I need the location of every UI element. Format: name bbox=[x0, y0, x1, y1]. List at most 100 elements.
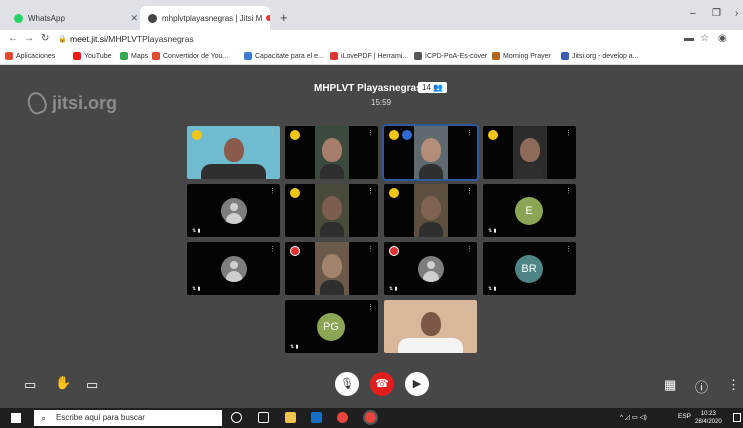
connection-signal-icon: ⇅ ▮ bbox=[290, 344, 299, 350]
bookmark-item[interactable]: YouTube bbox=[73, 52, 112, 60]
course-icon bbox=[244, 52, 252, 60]
microphone-button[interactable]: 🎙 bbox=[335, 372, 359, 396]
close-window-icon[interactable]: › bbox=[735, 8, 738, 19]
camera-icon[interactable]: ▬ bbox=[684, 33, 694, 44]
participant-tile[interactable]: PG ⇅ ▮ ⋮ bbox=[285, 300, 378, 353]
camera-button[interactable]: ▶ bbox=[405, 372, 429, 396]
participant-tile[interactable]: ⋮ bbox=[187, 126, 280, 179]
minimize-icon[interactable]: – bbox=[690, 8, 696, 19]
close-icon[interactable]: ✕ bbox=[130, 13, 138, 24]
tile-menu-icon[interactable]: ⋮ bbox=[565, 245, 572, 253]
participant-tile[interactable]: ⋮ bbox=[382, 124, 479, 181]
new-tab-button[interactable]: + bbox=[280, 10, 288, 25]
tile-menu-icon[interactable]: ⋮ bbox=[269, 245, 276, 253]
participants-icon: 👥 bbox=[433, 83, 444, 92]
audio-status-icon bbox=[389, 188, 399, 198]
participant-count-badge[interactable]: 14 👥 bbox=[418, 82, 448, 93]
cortana-icon[interactable] bbox=[231, 412, 242, 423]
notification-icon[interactable] bbox=[733, 413, 741, 422]
converter-icon bbox=[152, 52, 160, 60]
hangup-button[interactable]: ☎ bbox=[370, 372, 394, 396]
participant-tile[interactable]: E ⇅ ▮ ⋮ bbox=[483, 184, 576, 237]
participant-tile[interactable]: ⋮ bbox=[285, 126, 378, 179]
maximize-icon[interactable]: ❐ bbox=[712, 8, 721, 19]
bookmark-item[interactable]: Jitsi.org - develop a... bbox=[561, 52, 639, 60]
tile-menu-icon[interactable]: ⋮ bbox=[466, 129, 473, 137]
tile-menu-icon[interactable]: ⋮ bbox=[565, 129, 572, 137]
bookmark-item[interactable]: Convertidor de You... bbox=[152, 52, 228, 60]
tile-menu-icon[interactable]: ⋮ bbox=[466, 303, 473, 311]
tile-menu-icon[interactable]: ⋮ bbox=[367, 129, 374, 137]
tab-jitsi[interactable]: mhplvtplayasnegras | Jitsi M ✕ bbox=[140, 6, 270, 30]
participant-tile[interactable]: ⇅ ▮ ⋮ bbox=[187, 184, 280, 237]
participant-video bbox=[315, 242, 349, 295]
participant-initials: PG bbox=[317, 313, 345, 341]
tab-label: mhplvtplayasnegras | Jitsi M bbox=[162, 13, 263, 23]
connection-signal-icon: ⇅ ▮ bbox=[192, 228, 201, 234]
default-avatar-icon bbox=[418, 256, 444, 282]
tile-menu-icon[interactable]: ⋮ bbox=[269, 129, 276, 137]
tile-menu-icon[interactable]: ⋮ bbox=[565, 187, 572, 195]
bookmark-label: Morning Prayer bbox=[503, 52, 551, 60]
more-options-icon[interactable]: ⋮ bbox=[727, 377, 740, 393]
apps-icon bbox=[5, 52, 13, 60]
taskbar-search[interactable]: ⌕ Escribe aquí para buscar bbox=[34, 410, 222, 426]
info-icon[interactable]: ⓘ bbox=[695, 377, 708, 396]
chrome-icon[interactable] bbox=[337, 412, 348, 423]
windows-start-icon[interactable] bbox=[11, 413, 21, 423]
bookmark-label: Capacítate para el e... bbox=[255, 52, 324, 60]
bookmark-item[interactable]: Aplicaciones bbox=[5, 52, 55, 60]
tile-menu-icon[interactable]: ⋮ bbox=[367, 187, 374, 195]
file-explorer-icon[interactable] bbox=[285, 412, 296, 423]
bookmark-item[interactable]: Capacítate para el e... bbox=[244, 52, 324, 60]
chat-icon[interactable]: ▭ bbox=[86, 377, 98, 393]
tile-menu-icon[interactable]: ⋮ bbox=[269, 187, 276, 195]
participant-tile[interactable]: ⋮ bbox=[285, 242, 378, 295]
ilovepdf-icon bbox=[330, 52, 338, 60]
participant-tile[interactable]: ⋮ bbox=[285, 184, 378, 237]
bookmark-item[interactable]: Morning Prayer bbox=[492, 52, 551, 60]
taskbar-clock[interactable]: 10:23 28/4/2020 bbox=[695, 410, 722, 426]
forward-icon[interactable]: → bbox=[24, 33, 34, 44]
bookmark-item[interactable]: ICPD-PoA-Es-cover bbox=[414, 52, 487, 60]
participant-body bbox=[419, 164, 443, 179]
youtube-icon bbox=[73, 52, 81, 60]
tray-icons[interactable]: ^ ◿ ▭ ◁) bbox=[620, 413, 647, 421]
participant-tile[interactable]: ⋮ bbox=[483, 126, 576, 179]
jitsi-logo-icon bbox=[24, 89, 50, 117]
bookmark-label: Jitsi.org - develop a... bbox=[572, 52, 639, 60]
tile-menu-icon[interactable]: ⋮ bbox=[466, 245, 473, 253]
tile-menu-icon[interactable]: ⋮ bbox=[466, 187, 473, 195]
url-host: meet.jit.si/ bbox=[70, 34, 109, 44]
participant-tile[interactable]: ⋮ bbox=[384, 300, 477, 353]
url-field[interactable]: meet.jit.si/MHPLVTPlayasnegras bbox=[70, 34, 194, 44]
profile-icon[interactable]: ◉ bbox=[718, 33, 727, 44]
participant-face bbox=[322, 137, 342, 162]
raise-hand-icon[interactable]: ✋ bbox=[55, 375, 71, 391]
participant-video bbox=[315, 184, 349, 237]
tab-whatsapp[interactable]: WhatsApp ✕ bbox=[6, 6, 146, 30]
bookmark-item[interactable]: iLovePDF | Herrami... bbox=[330, 52, 408, 60]
reload-icon[interactable]: ↻ bbox=[41, 33, 49, 44]
tile-menu-icon[interactable]: ⋮ bbox=[367, 245, 374, 253]
tile-menu-icon[interactable]: ⋮ bbox=[367, 303, 374, 311]
participant-tile[interactable]: ⋮ bbox=[384, 184, 477, 237]
participant-tile[interactable]: BR ⇅ ▮ ⋮ bbox=[483, 242, 576, 295]
bookmark-item[interactable]: Maps bbox=[120, 52, 148, 60]
bookmark-label: ICPD-PoA-Es-cover bbox=[425, 52, 488, 60]
task-view-icon[interactable] bbox=[258, 412, 269, 423]
participant-tile[interactable]: ⇅ ▮ ⋮ bbox=[187, 242, 280, 295]
browser-tab-strip: WhatsApp ✕ mhplvtplayasnegras | Jitsi M … bbox=[0, 0, 743, 30]
back-icon[interactable]: ← bbox=[8, 33, 18, 44]
maps-icon bbox=[120, 52, 128, 60]
tile-view-icon[interactable]: ▦ bbox=[664, 377, 676, 393]
chrome-active-icon[interactable] bbox=[363, 410, 378, 425]
language-indicator[interactable]: ESP bbox=[678, 413, 691, 420]
participant-body bbox=[320, 222, 344, 237]
screen-share-icon[interactable]: ▭ bbox=[24, 377, 36, 393]
whatsapp-icon bbox=[14, 13, 23, 23]
outlook-icon[interactable] bbox=[311, 412, 322, 423]
moderator-icon bbox=[402, 130, 412, 140]
bookmark-star-icon[interactable]: ☆ bbox=[700, 33, 709, 44]
participant-tile[interactable]: ⇅ ▮ ⋮ bbox=[384, 242, 477, 295]
